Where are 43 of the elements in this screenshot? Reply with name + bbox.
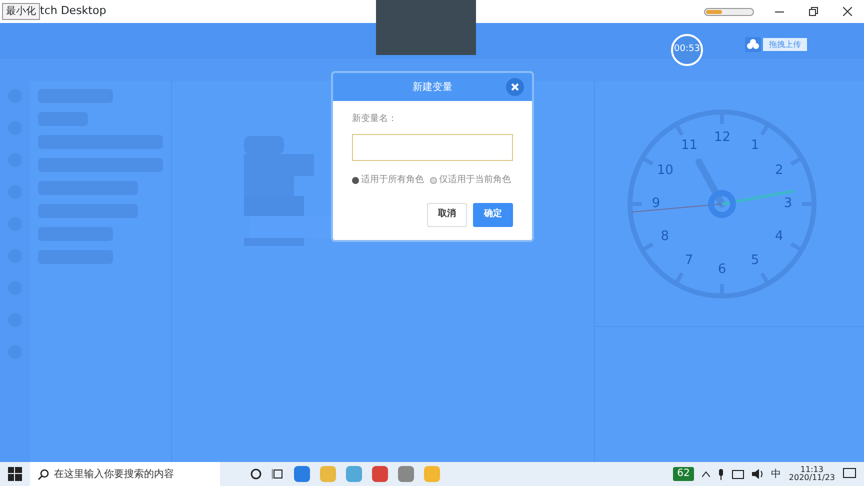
cloud-icon xyxy=(745,37,761,52)
radio-button[interactable] xyxy=(352,176,359,184)
dialog-title: 新建变量 xyxy=(412,80,452,94)
taskbar-time[interactable]: 11:13 xyxy=(800,466,824,474)
taskbar-date[interactable]: 2020/11/23 xyxy=(788,474,835,482)
app-icon[interactable] xyxy=(294,466,310,482)
radio-button[interactable] xyxy=(430,176,437,184)
radio-label: 仅适用于当前角色 xyxy=(439,174,511,186)
clock-number: 5 xyxy=(750,254,760,267)
speaker-icon[interactable] xyxy=(752,469,763,479)
radio-label: 适用于所有角色 xyxy=(361,174,424,186)
close-icon xyxy=(842,7,852,16)
clock-number: 12 xyxy=(714,130,730,144)
progress-indicator xyxy=(704,8,754,16)
search-placeholder: 在这里输入你要搜索的内容 xyxy=(54,468,174,482)
tooltip: 最小化 xyxy=(2,3,40,20)
window-title: tch Desktop xyxy=(40,3,106,20)
cancel-button[interactable]: 取消 xyxy=(427,203,467,227)
app-icon[interactable] xyxy=(398,466,414,482)
clock-number: 10 xyxy=(656,164,673,176)
battery-indicator: 62 xyxy=(673,467,694,481)
clock-number: 6 xyxy=(716,262,728,276)
ime-indicator[interactable]: 中 xyxy=(770,466,781,482)
task-view-icon[interactable] xyxy=(272,468,284,480)
clock-number: 9 xyxy=(650,196,662,210)
chevron-up-icon[interactable] xyxy=(702,471,710,477)
clock-number: 2 xyxy=(774,164,784,176)
close-icon xyxy=(511,83,519,91)
clock-number: 3 xyxy=(782,196,794,210)
clock-number: 11 xyxy=(681,139,697,152)
clock-number: 8 xyxy=(660,230,670,242)
microphone-icon[interactable] xyxy=(718,468,724,480)
taskbar-search-field[interactable]: 在这里输入你要搜索的内容 xyxy=(30,462,220,486)
field-label: 新变量名： xyxy=(352,113,398,126)
clock-number: 1 xyxy=(750,139,760,152)
close-button[interactable] xyxy=(506,78,524,96)
windows-start-icon[interactable] xyxy=(8,467,22,481)
clock-number: 4 xyxy=(774,230,784,242)
search-icon xyxy=(38,468,49,480)
cortana-circle-icon[interactable] xyxy=(250,468,262,480)
variable-name-field[interactable] xyxy=(352,134,513,160)
restore-icon xyxy=(808,7,818,16)
clock-number: 7 xyxy=(684,254,694,267)
